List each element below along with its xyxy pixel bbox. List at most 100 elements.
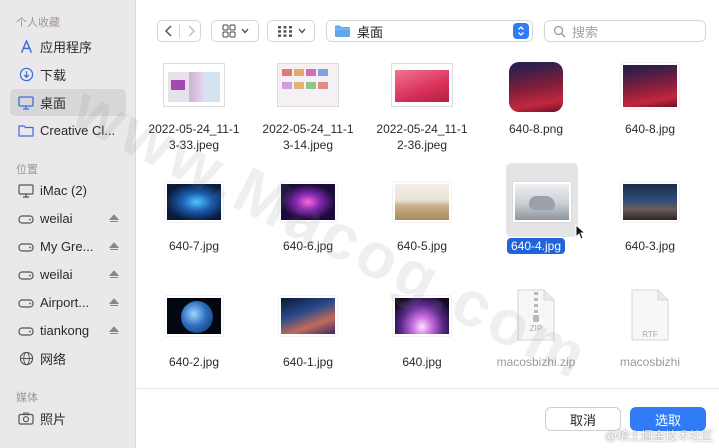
sidebar-item-my-gre[interactable]: My Gre...	[10, 233, 126, 260]
file-thumbnail	[621, 182, 679, 222]
folder-icon	[334, 24, 351, 38]
photos-icon	[18, 411, 34, 427]
file-thumbnail	[393, 296, 451, 336]
toolbar: 桌面 搜索	[137, 0, 719, 60]
file-name: macosbizhi	[619, 355, 681, 369]
file-item[interactable]: ZIP macosbizhi.zip	[479, 288, 593, 388]
sidebar-item-label: 应用程序	[40, 40, 93, 55]
file-thumbnail	[165, 296, 223, 336]
file-item[interactable]: 640-2.jpg	[137, 288, 251, 388]
computer-icon	[18, 183, 34, 199]
sidebar-item-network[interactable]: 网络	[10, 345, 126, 372]
file-thumbnail	[277, 63, 339, 107]
file-item[interactable]: 640-5.jpg	[365, 174, 479, 284]
disk-icon	[18, 295, 34, 311]
sidebar-item-downloads[interactable]: 下载	[10, 61, 126, 88]
group-button[interactable]	[267, 20, 315, 42]
disk-icon	[18, 211, 34, 227]
eject-icon[interactable]	[108, 298, 120, 307]
grid-icon	[222, 24, 236, 38]
file-name: 2022-05-24_11-1 3-14.jpeg	[262, 122, 354, 152]
search-placeholder: 搜索	[572, 24, 599, 40]
file-item[interactable]: 640-6.jpg	[251, 174, 365, 284]
file-name: 640-7.jpg	[168, 239, 220, 253]
chevron-down-icon	[298, 28, 306, 34]
sidebar-item-photos[interactable]: 照片	[10, 405, 126, 432]
sidebar-item-label: weilai	[40, 267, 73, 282]
rtf-file-icon: RTF	[630, 288, 670, 342]
sidebar: 个人收藏 应用程序 下载 桌面 Creative Cl... 位置 iMac (…	[0, 0, 136, 448]
sidebar-item-applications[interactable]: 应用程序	[10, 33, 126, 60]
favorites-header: 个人收藏	[16, 17, 60, 29]
stepper-icon	[513, 23, 529, 39]
nav-buttons	[157, 20, 201, 42]
file-item[interactable]: 640-8.png	[479, 60, 593, 160]
disk-icon	[18, 239, 34, 255]
file-item[interactable]: 2022-05-24_11-1 2-36.jpeg	[365, 60, 479, 160]
sidebar-item-label: My Gre...	[40, 239, 94, 254]
sidebar-item-imac[interactable]: iMac (2)	[10, 177, 126, 204]
file-item[interactable]: RTF macosbizhi	[593, 288, 707, 388]
sidebar-item-label: 桌面	[40, 96, 67, 111]
file-name: 640-5.jpg	[396, 239, 448, 253]
group-grid-icon	[277, 25, 293, 38]
file-item[interactable]: 640-7.jpg	[137, 174, 251, 284]
folder-icon	[18, 123, 34, 139]
desktop-icon	[18, 95, 34, 111]
file-thumbnail	[279, 182, 337, 222]
file-name: 640-1.jpg	[282, 355, 334, 369]
eject-icon[interactable]	[108, 326, 120, 335]
file-grid: 2022-05-24_11-1 3-33.jpeg 2022-05-24_11-…	[137, 60, 719, 388]
sidebar-item-desktop[interactable]: 桌面	[10, 89, 126, 116]
file-thumbnail	[621, 63, 679, 109]
file-name: 640-6.jpg	[282, 239, 334, 253]
locations-header: 位置	[16, 164, 38, 176]
file-thumbnail	[165, 182, 223, 222]
file-name: 2022-05-24_11-1 3-33.jpeg	[148, 122, 240, 152]
location-label: 桌面	[357, 24, 384, 40]
file-item[interactable]: 2022-05-24_11-1 3-33.jpeg	[137, 60, 251, 160]
file-name: 640-3.jpg	[624, 239, 676, 253]
back-icon[interactable]	[163, 24, 175, 43]
search-field[interactable]: 搜索	[544, 20, 706, 42]
file-item[interactable]: 2022-05-24_11-1 3-14.jpeg	[251, 60, 365, 160]
sidebar-item-label: 下载	[40, 68, 67, 83]
eject-icon[interactable]	[108, 242, 120, 251]
sidebar-item-tiankong[interactable]: tiankong	[10, 317, 126, 344]
sidebar-item-weilai[interactable]: weilai	[10, 205, 126, 232]
download-icon	[18, 67, 34, 83]
mouse-cursor-icon	[575, 223, 587, 245]
sidebar-item-label: Creative Cl...	[40, 123, 116, 138]
file-thumbnail	[393, 182, 451, 222]
sidebar-item-label: 照片	[40, 412, 67, 427]
icon-view-button[interactable]	[211, 20, 259, 42]
file-thumbnail	[391, 63, 453, 107]
sidebar-item-creative-cloud[interactable]: Creative Cl...	[10, 117, 126, 144]
eject-icon[interactable]	[108, 270, 120, 279]
network-icon	[18, 351, 34, 367]
location-popup[interactable]: 桌面	[326, 20, 533, 42]
file-name: 640.jpg	[402, 355, 442, 369]
chevron-down-icon	[241, 28, 249, 34]
file-item[interactable]: 640.jpg	[365, 288, 479, 388]
forward-icon[interactable]	[185, 24, 197, 43]
file-name: 640-8.jpg	[624, 122, 676, 136]
file-item[interactable]: 640-3.jpg	[593, 174, 707, 284]
sidebar-item-label: tiankong	[40, 323, 90, 338]
credit-watermark: @稀土掘金技术社区	[604, 429, 713, 443]
zip-file-icon: ZIP	[516, 288, 556, 342]
file-name: 640-8.png	[508, 122, 564, 136]
sidebar-item-label: weilai	[40, 211, 73, 226]
eject-icon[interactable]	[108, 214, 120, 223]
file-thumbnail	[513, 182, 571, 222]
sidebar-item-airport[interactable]: Airport...	[10, 289, 126, 316]
media-header: 媒体	[16, 392, 38, 404]
applications-icon	[18, 39, 34, 55]
file-thumbnail	[279, 296, 337, 336]
file-name: macosbizhi.zip	[496, 355, 576, 369]
file-thumbnail	[163, 63, 225, 107]
file-item[interactable]: 640-8.jpg	[593, 60, 707, 160]
sidebar-item-weilai-2[interactable]: weilai	[10, 261, 126, 288]
file-name: 640-2.jpg	[168, 355, 220, 369]
file-item[interactable]: 640-1.jpg	[251, 288, 365, 388]
